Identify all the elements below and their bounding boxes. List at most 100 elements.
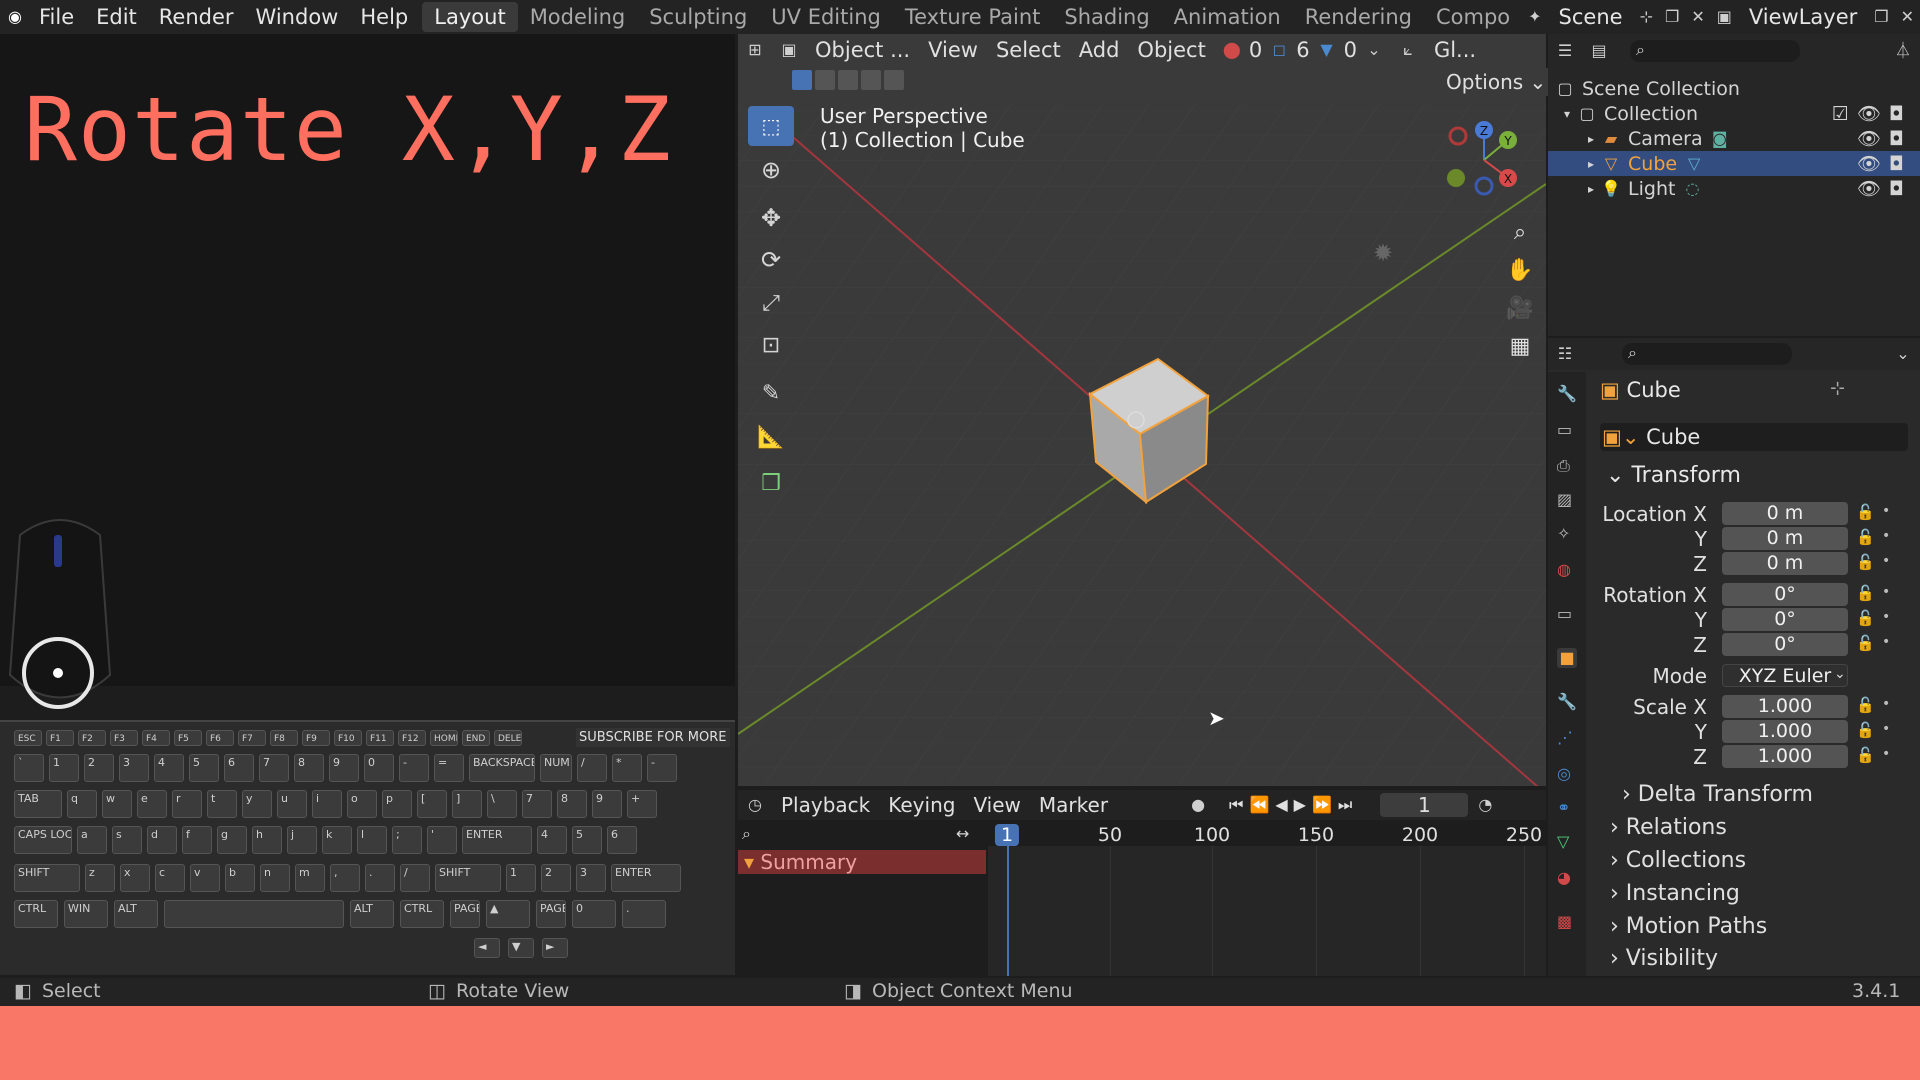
transform-tool-icon[interactable]: ⊡	[748, 328, 794, 364]
expand-icon[interactable]: ▸	[1588, 182, 1594, 196]
properties-search-input[interactable]: ⌕	[1622, 343, 1792, 365]
new-scene-icon[interactable]: ❐	[1665, 6, 1679, 28]
outliner-search-input[interactable]: ⌕	[1630, 40, 1800, 62]
move-tool-icon[interactable]: ✥	[748, 200, 794, 236]
select-intersect-icon[interactable]	[884, 70, 904, 90]
frame-tick-1[interactable]: 1	[994, 824, 1020, 846]
cube-visibility-icons[interactable]: 👁◘	[1857, 152, 1912, 175]
scale-tool-icon[interactable]: ⤢	[748, 286, 794, 322]
rotation-z-field[interactable]: 0°	[1722, 633, 1848, 656]
timeline-editor-icon[interactable]: ◷	[744, 794, 766, 816]
menu-keying[interactable]: Keying	[879, 793, 964, 817]
select-extend-icon[interactable]	[815, 70, 835, 90]
transform-panel-header[interactable]: ⌄ Transform	[1606, 463, 1741, 488]
scene-selector[interactable]: Scene	[1548, 5, 1634, 29]
output-tab-icon[interactable]: ⎙	[1557, 456, 1577, 476]
menu-object[interactable]: Object	[1128, 38, 1214, 62]
collection-tab-icon[interactable]: ▭	[1557, 604, 1577, 624]
outliner-item-cube[interactable]: ▸ ▽ Cube ▽ 👁◘	[1548, 151, 1920, 176]
light-visibility-icons[interactable]: 👁◘	[1857, 177, 1912, 200]
scale-z-field[interactable]: 1.000	[1722, 745, 1848, 768]
view-layer-tab-icon[interactable]: ▨	[1557, 490, 1577, 510]
viewlayer-icon[interactable]: ▣	[1717, 6, 1732, 28]
location-x-lock-icon[interactable]: 🔓	[1856, 503, 1875, 521]
rotation-x-field[interactable]: 0°	[1722, 583, 1848, 606]
frame-tick-150[interactable]: 150	[1298, 824, 1334, 846]
menu-add[interactable]: Add	[1070, 38, 1129, 62]
summary-channel[interactable]: ▾ Summary	[738, 850, 986, 874]
rotation-x-keyframe-icon[interactable]: •	[1882, 584, 1890, 600]
render-tab-icon[interactable]: ▭	[1557, 420, 1577, 440]
select-subtract-icon[interactable]	[838, 70, 858, 90]
tab-uv-editing[interactable]: UV Editing	[759, 2, 893, 32]
menu-view[interactable]: View	[919, 38, 987, 62]
expand-summary-icon[interactable]: ▾	[744, 850, 754, 874]
pin-properties-icon[interactable]: ⊹	[1830, 378, 1845, 399]
frame-tick-100[interactable]: 100	[1194, 824, 1230, 846]
location-z-lock-icon[interactable]: 🔓	[1856, 553, 1875, 571]
menu-marker[interactable]: Marker	[1030, 793, 1117, 817]
instancing-panel[interactable]: › Instancing	[1610, 881, 1740, 906]
constraints-tab-icon[interactable]: ⚭	[1557, 798, 1577, 818]
scene-collection-row[interactable]: ▢ Scene Collection	[1548, 76, 1920, 101]
new-viewlayer-icon[interactable]: ❐	[1874, 6, 1888, 28]
mesh-data-tab-icon[interactable]: ▽	[1557, 832, 1577, 852]
transform-orientation[interactable]: Gl...	[1425, 38, 1485, 62]
light-icon[interactable]: ✹	[1373, 239, 1393, 267]
scale-x-field[interactable]: 1.000	[1722, 695, 1848, 718]
expand-icon[interactable]: ▾	[1564, 107, 1570, 121]
scale-x-lock-icon[interactable]: 🔓	[1856, 696, 1875, 714]
tab-sculpting[interactable]: Sculpting	[637, 2, 759, 32]
physics-tab-icon[interactable]: ◎	[1557, 764, 1577, 784]
cube-object[interactable]	[1068, 354, 1228, 514]
menu-render[interactable]: Render	[148, 5, 245, 29]
timeline-search-input[interactable]: ⌕	[742, 824, 982, 846]
close-icon[interactable]: ✕	[1691, 6, 1704, 28]
modifier-tab-icon[interactable]: 🔧	[1557, 692, 1577, 712]
properties-editor-icon[interactable]: ☷	[1554, 343, 1576, 365]
menu-playback[interactable]: Playback	[772, 793, 879, 817]
rotation-x-lock-icon[interactable]: 🔓	[1856, 584, 1875, 602]
texture-tab-icon[interactable]: ▩	[1557, 912, 1577, 932]
mode-selector[interactable]: Object ...	[806, 38, 919, 62]
motion-paths-panel[interactable]: › Motion Paths	[1610, 914, 1767, 939]
rotation-mode-dropdown[interactable]: XYZ Euler	[1722, 664, 1848, 687]
editor-type-icon[interactable]: ⊞	[744, 39, 766, 61]
outliner-item-camera[interactable]: ▸ ▰ Camera ◙ 👁◘	[1548, 126, 1920, 151]
scale-z-lock-icon[interactable]: 🔓	[1856, 746, 1875, 764]
object-datablock-field[interactable]: ▣⌄ Cube	[1600, 423, 1908, 451]
collections-panel[interactable]: › Collections	[1610, 848, 1746, 873]
playhead-line[interactable]	[1007, 846, 1009, 976]
collection-visibility-icons[interactable]: ☑👁◘	[1832, 102, 1912, 125]
object-browse-icon[interactable]: ▣⌄	[1602, 425, 1639, 449]
filter-icon[interactable]: ⏃	[1892, 40, 1914, 62]
add-cube-tool-icon[interactable]: ❒	[748, 466, 794, 502]
grid-view-icon[interactable]: ▦	[1505, 328, 1535, 366]
tab-compositing[interactable]: Compo	[1424, 2, 1522, 32]
scene-icon[interactable]: ✦	[1528, 6, 1541, 28]
location-z-field[interactable]: 0 m	[1722, 552, 1848, 575]
viewlayer-selector[interactable]: ViewLayer	[1738, 5, 1868, 29]
menu-select[interactable]: Select	[987, 38, 1070, 62]
scene-tab-icon[interactable]: ✧	[1557, 524, 1577, 544]
tab-shading[interactable]: Shading	[1052, 2, 1161, 32]
frame-tick-200[interactable]: 200	[1402, 824, 1438, 846]
scale-z-keyframe-icon[interactable]: •	[1882, 746, 1890, 762]
frame-tick-50[interactable]: 50	[1098, 824, 1122, 846]
outliner-editor-icon[interactable]: ☰	[1554, 40, 1576, 62]
visibility-panel[interactable]: › Visibility	[1610, 946, 1718, 971]
menu-edit[interactable]: Edit	[85, 5, 148, 29]
cursor-tool-icon[interactable]: ⊕	[748, 152, 794, 188]
select-invert-icon[interactable]	[861, 70, 881, 90]
rotation-y-lock-icon[interactable]: 🔓	[1856, 609, 1875, 627]
location-z-keyframe-icon[interactable]: •	[1882, 553, 1890, 569]
annotate-tool-icon[interactable]: ✎	[748, 376, 794, 412]
location-y-lock-icon[interactable]: 🔓	[1856, 528, 1875, 546]
close-viewlayer-icon[interactable]: ✕	[1901, 6, 1914, 28]
camera-view-icon[interactable]: 🎥	[1505, 290, 1535, 328]
pan-hand-icon[interactable]: ✋	[1505, 252, 1535, 290]
pin-icon[interactable]: ⊹	[1640, 6, 1653, 28]
location-y-field[interactable]: 0 m	[1722, 527, 1848, 550]
rotation-z-lock-icon[interactable]: 🔓	[1856, 634, 1875, 652]
material-tab-icon[interactable]: ◕	[1557, 868, 1577, 888]
